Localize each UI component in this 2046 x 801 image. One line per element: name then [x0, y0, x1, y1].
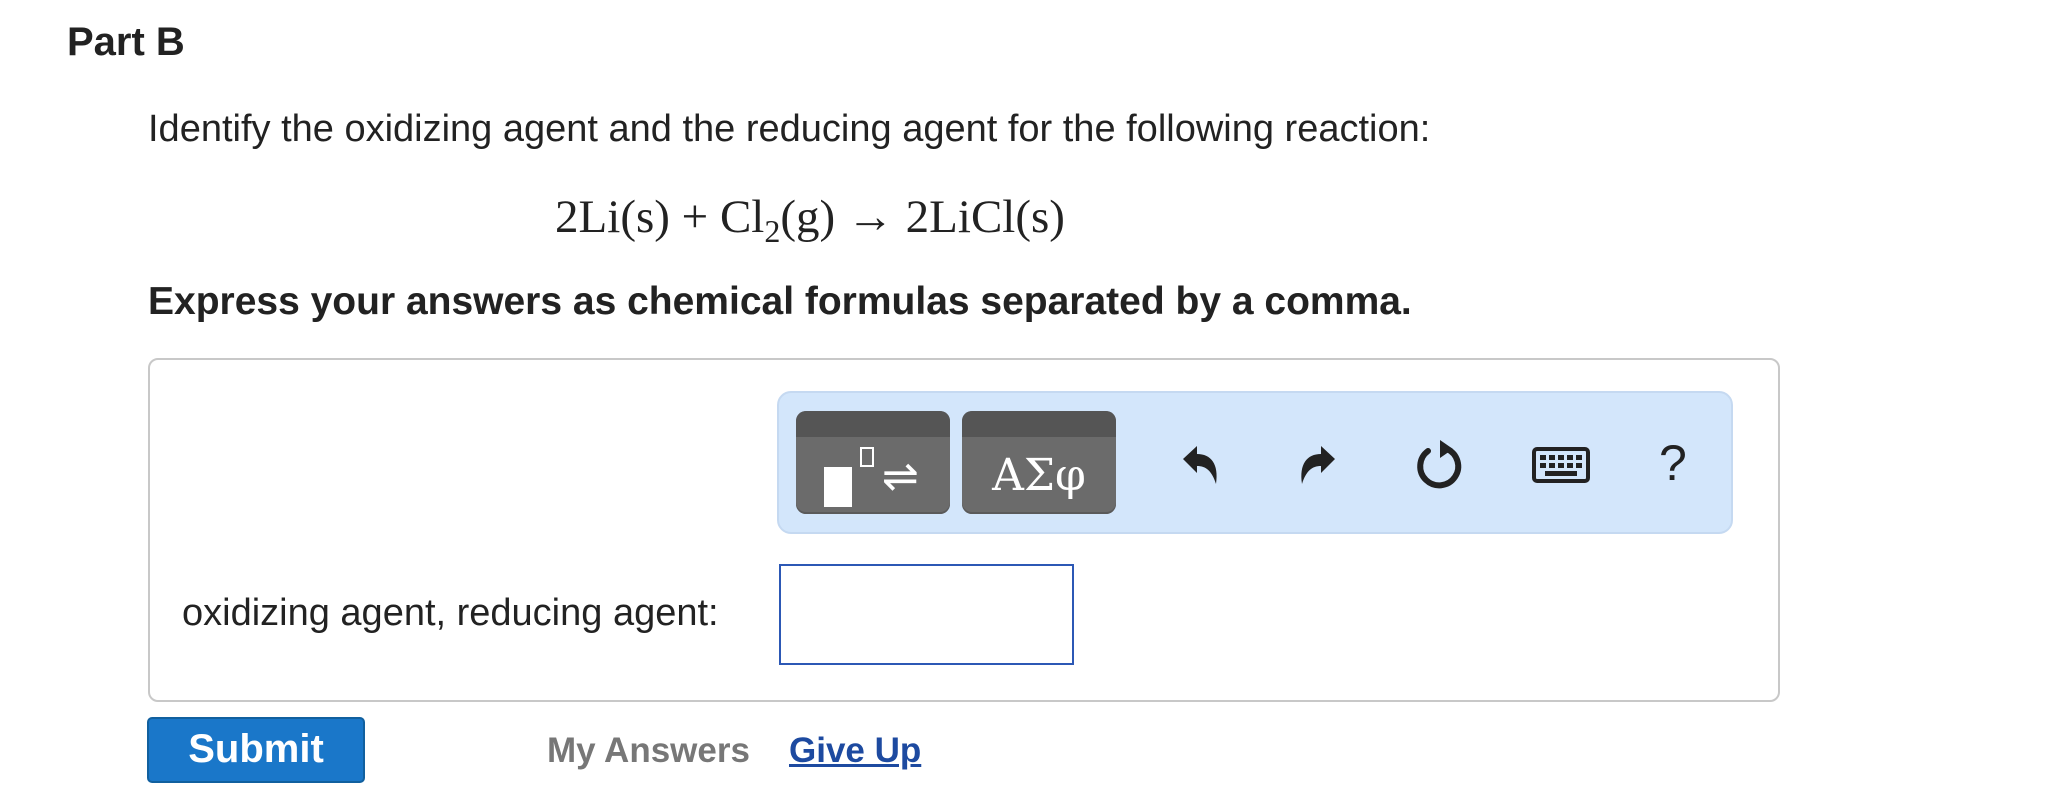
equation-state-gas: (g) — [780, 191, 836, 243]
equation-arrow: → — [846, 191, 894, 243]
greek-symbols-button[interactable]: ΑΣφ — [962, 411, 1116, 514]
my-answers-link[interactable]: My Answers — [547, 731, 750, 771]
answer-input[interactable] — [779, 564, 1074, 665]
templates-superscript-box — [860, 447, 874, 467]
submit-button[interactable]: Submit — [147, 717, 365, 783]
redo-icon[interactable] — [1289, 437, 1349, 493]
equation-reactant-li: 2Li(s) — [555, 191, 670, 243]
reaction-equation: 2Li(s) + Cl2(g) → 2LiCl(s) — [0, 190, 1620, 250]
instruction-text: Express your answers as chemical formula… — [148, 280, 1412, 323]
greek-button-strip — [962, 411, 1116, 437]
question-text: Identify the oxidizing agent and the red… — [148, 108, 1431, 150]
equation-reactant-cl: Cl — [719, 191, 765, 243]
greek-symbols-label: ΑΣφ — [992, 450, 1086, 501]
give-up-link[interactable]: Give Up — [789, 731, 921, 771]
math-toolbar: ⇌ ΑΣφ ? — [777, 391, 1733, 534]
help-icon[interactable]: ? — [1659, 435, 1687, 491]
equation-subscript: 2 — [764, 213, 781, 249]
equation-product: 2LiCl(s) — [905, 191, 1065, 243]
equilibrium-arrows-icon: ⇌ — [882, 451, 919, 502]
reset-icon[interactable] — [1409, 437, 1469, 493]
templates-icon — [824, 467, 852, 507]
templates-button[interactable]: ⇌ — [796, 411, 950, 514]
keyboard-icon[interactable] — [1531, 437, 1591, 493]
undo-icon[interactable] — [1169, 437, 1229, 493]
answer-label: oxidizing agent, reducing agent: — [182, 592, 719, 634]
templates-button-strip — [796, 411, 950, 437]
part-title: Part B — [67, 20, 185, 64]
equation-plus: + — [681, 191, 709, 243]
